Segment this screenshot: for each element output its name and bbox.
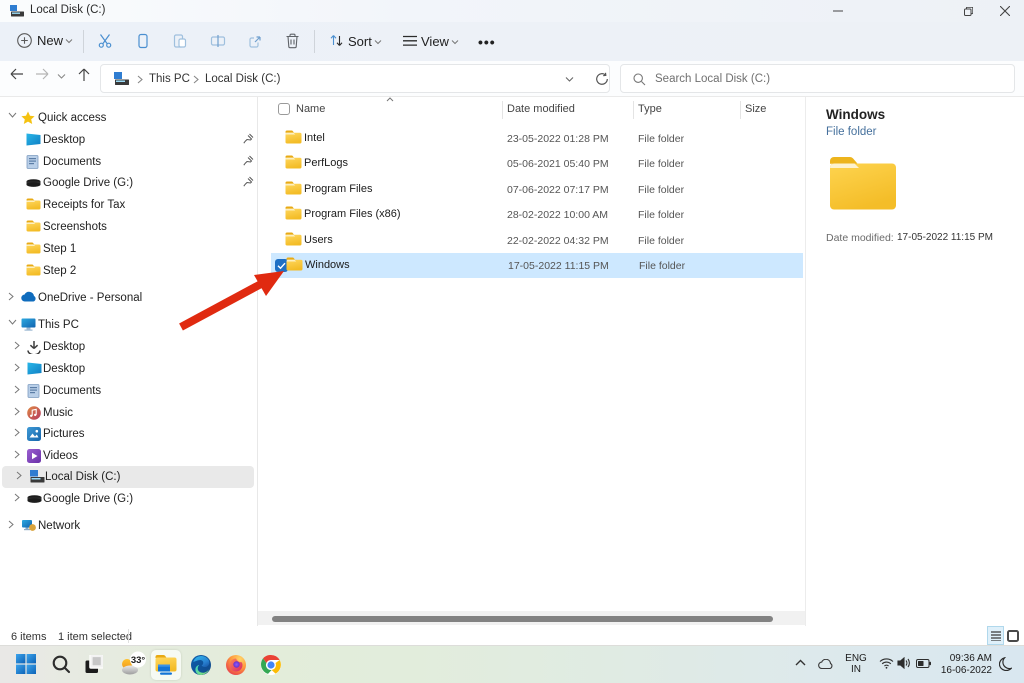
svg-text:33°: 33°	[131, 655, 146, 666]
